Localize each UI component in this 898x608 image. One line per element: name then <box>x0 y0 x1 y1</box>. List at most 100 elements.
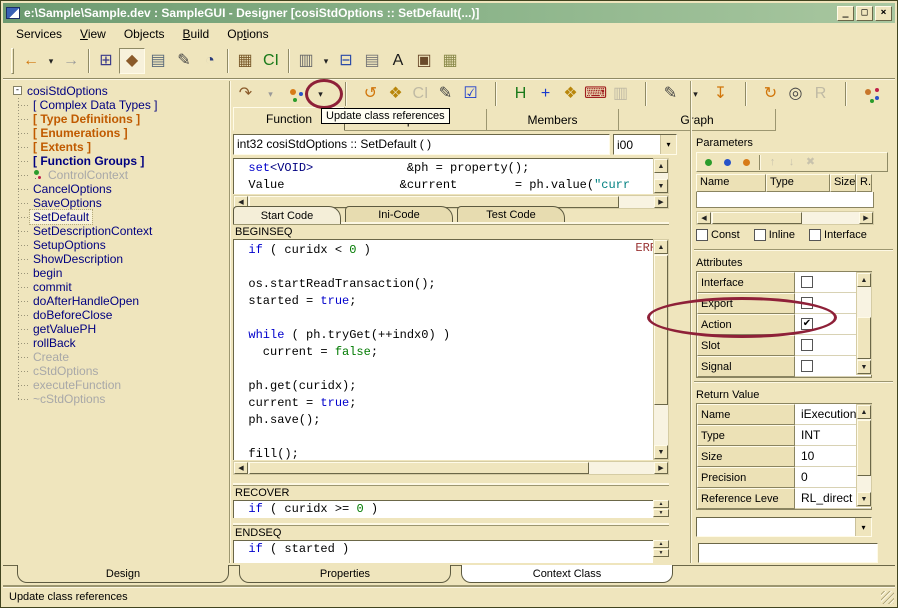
new-parameter-icon[interactable] <box>283 82 308 106</box>
parameter-column-header[interactable]: R. <box>856 174 872 192</box>
tree-item[interactable]: getValuePH <box>18 322 229 336</box>
tree-item[interactable]: [ Function Groups ] <box>18 154 229 168</box>
open-context-icon[interactable]: ↷ <box>233 82 258 106</box>
back-icon[interactable]: ← <box>18 48 44 74</box>
tree-item[interactable]: rollBack <box>18 336 229 350</box>
recover-spinner[interactable]: ▲ ▼ <box>653 500 669 517</box>
documentation-icon[interactable]: ▤ <box>145 48 171 74</box>
compass-icon[interactable]: ◔ <box>197 48 223 74</box>
attribute-checkbox[interactable] <box>801 297 813 309</box>
add-reference-icon[interactable] <box>718 154 737 171</box>
tree-item[interactable]: ~cStdOptions <box>18 392 229 406</box>
recover-code-editor[interactable]: if ( curidx >= 0 ) <box>233 500 653 518</box>
tree-item[interactable]: ShowDescription <box>18 252 229 266</box>
forward-icon[interactable]: → <box>58 48 84 74</box>
add-class-icon[interactable]: ❖ <box>383 82 408 106</box>
checkbox[interactable] <box>754 229 766 241</box>
tree-item[interactable]: [ Enumerations ] <box>18 126 229 140</box>
attribute-checkbox[interactable] <box>801 276 813 288</box>
resize-grip[interactable] <box>881 591 894 604</box>
members-300-icon[interactable]: ▥ <box>608 82 633 106</box>
scroll-up-icon[interactable]: ▲ <box>654 159 668 173</box>
tree-item[interactable]: SaveOptions <box>18 196 229 210</box>
scroll-right-icon[interactable]: ▶ <box>859 212 873 224</box>
bottom-text-field[interactable] <box>698 543 878 563</box>
tree-item[interactable]: ControlContext <box>18 168 229 182</box>
tree-item[interactable]: SetupOptions <box>18 238 229 252</box>
return-vscrollbar[interactable]: ▲ ▼ <box>856 404 872 507</box>
tree-item[interactable]: SetDefault <box>18 210 229 224</box>
function-signature-input[interactable]: int32 cosiStdOptions :: SetDefault ( ) <box>233 134 610 155</box>
bottom-tab[interactable]: Properties <box>239 565 451 583</box>
window-icon[interactable]: ▦ <box>437 48 463 74</box>
scrollbar-thumb[interactable] <box>857 317 871 359</box>
image-icon[interactable]: ▣ <box>411 48 437 74</box>
parameter-empty-row[interactable] <box>696 192 874 208</box>
edit-source-icon[interactable]: ✎ <box>658 82 683 106</box>
tree-item[interactable]: [ Type Definitions ] <box>18 112 229 126</box>
endseq-code-editor[interactable]: if ( started ) <box>233 540 653 563</box>
add-parameter-icon[interactable] <box>699 154 718 171</box>
scrollbar-thumb[interactable] <box>712 212 802 224</box>
font-icon[interactable]: A <box>385 48 411 74</box>
scroll-up-icon[interactable]: ▲ <box>857 405 871 419</box>
window-list-icon[interactable]: ▥ <box>293 48 319 74</box>
server-icon[interactable]: ▤ <box>359 48 385 74</box>
bottom-tab[interactable]: Design <box>17 565 229 583</box>
collapse-icon[interactable]: - <box>13 86 22 95</box>
edit-properties-icon[interactable]: ✎ <box>433 82 458 106</box>
scrollbar-thumb[interactable] <box>249 462 589 474</box>
close-button[interactable]: × <box>875 6 892 21</box>
open-context-dropdown[interactable]: ▾ <box>258 82 283 106</box>
class-interface-icon[interactable]: CI <box>258 48 284 74</box>
tree-item[interactable]: commit <box>18 280 229 294</box>
delete-parameter-icon[interactable]: ✖ <box>801 154 820 171</box>
vehicle-icon[interactable]: ⊟ <box>333 48 359 74</box>
tree-item[interactable]: CancelOptions <box>18 182 229 196</box>
declarations-editor[interactable]: set<VOID> &ph = property(); Value &curre… <box>233 158 653 194</box>
scroll-left-icon[interactable]: ◀ <box>234 462 248 474</box>
chevron-down-icon[interactable]: ▾ <box>855 518 871 536</box>
tree-item[interactable]: Create <box>18 350 229 364</box>
spin-up-icon[interactable]: ▲ <box>653 500 669 508</box>
add-h-member-icon[interactable]: H <box>508 82 533 106</box>
spin-up-icon[interactable]: ▲ <box>653 540 669 548</box>
parameter-dropdown[interactable]: ▾ <box>308 82 333 106</box>
attributes-vscrollbar[interactable]: ▲ ▼ <box>856 272 872 375</box>
code-vscrollbar[interactable]: ▲ ▼ <box>653 239 669 460</box>
chevron-down-icon[interactable]: ▾ <box>660 135 676 154</box>
tree-item[interactable]: doAfterHandleOpen <box>18 294 229 308</box>
minimize-button[interactable]: _ <box>837 6 854 21</box>
scroll-down-icon[interactable]: ▼ <box>857 360 871 374</box>
back-history-dropdown[interactable]: ▾ <box>44 48 58 74</box>
tree-item[interactable]: doBeforeClose <box>18 308 229 322</box>
parameters-hscrollbar[interactable]: ◀ ▶ <box>696 211 874 225</box>
start-code-editor[interactable]: if ( curidx < 0 ) os.startReadTransactio… <box>233 239 653 460</box>
update-keyboard-icon[interactable]: ⌨ <box>583 82 608 106</box>
attribute-checkbox[interactable] <box>801 360 813 372</box>
scrollbar-thumb[interactable] <box>654 255 668 405</box>
members-stack-icon[interactable]: ❖ <box>558 82 583 106</box>
menu-build[interactable]: Build <box>174 25 219 43</box>
spin-down-icon[interactable]: ▼ <box>653 549 669 557</box>
declarations-vscrollbar[interactable]: ▲ ▼ <box>653 158 669 194</box>
scroll-left-icon[interactable]: ◀ <box>697 212 711 224</box>
menu-view[interactable]: View <box>71 25 115 43</box>
bottom-combo[interactable]: ▾ <box>696 517 872 537</box>
endseq-spinner[interactable]: ▲ ▼ <box>653 540 669 557</box>
calendar-icon[interactable]: ▦ <box>232 48 258 74</box>
code-hscrollbar[interactable]: ◀ ▶ <box>233 461 669 475</box>
apply-check-icon[interactable]: ☑ <box>458 82 483 106</box>
menu-services[interactable]: Services <box>7 25 71 43</box>
context-combo[interactable]: i00 ▾ <box>613 134 677 155</box>
tree-item[interactable]: begin <box>18 266 229 280</box>
parameter-column-header[interactable]: Type <box>766 174 830 192</box>
tree-root[interactable]: - cosiStdOptions <box>5 83 229 98</box>
toolbar-grip[interactable] <box>11 48 14 74</box>
view-tab[interactable]: Members <box>487 109 619 131</box>
attribute-checkbox[interactable]: ✔ <box>801 318 813 330</box>
scroll-down-icon[interactable]: ▼ <box>857 492 871 506</box>
hierarchy-icon[interactable]: ⊞ <box>93 48 119 74</box>
tree-item[interactable]: cStdOptions <box>18 364 229 378</box>
checkbox[interactable] <box>696 229 708 241</box>
